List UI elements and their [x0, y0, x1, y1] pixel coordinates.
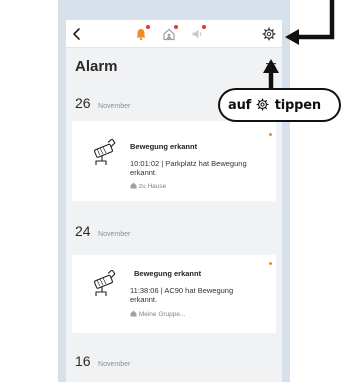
- card-location: zu Hause: [130, 182, 166, 190]
- date-header: 26 November: [75, 95, 130, 111]
- callout-text-before: auf: [228, 98, 252, 113]
- app-header: [66, 20, 282, 48]
- date-header: 24 November: [75, 223, 130, 239]
- card-location-text: Meine Gruppe...: [138, 311, 186, 318]
- date-day: 26: [75, 95, 91, 111]
- home-badge: [174, 25, 178, 29]
- back-icon[interactable]: [70, 27, 84, 41]
- card-body: 10:01:02 | Parkplatz hat Bewegung erkann…: [130, 159, 247, 177]
- card-body: 11:38:06 | AC90 hat Bewegung erkannt.: [130, 286, 234, 304]
- date-month: November: [98, 103, 131, 110]
- bell-badge: [146, 25, 150, 29]
- hamburger-icon[interactable]: [266, 63, 276, 72]
- home-shield-icon[interactable]: [162, 27, 176, 41]
- home-icon: [130, 182, 137, 189]
- card-title: Bewegung erkannt: [134, 269, 202, 278]
- date-header: 16 November: [75, 353, 130, 369]
- alarm-card[interactable]: Bewegung erkannt 11:38:06 | AC90 hat Bew…: [72, 255, 276, 333]
- callout-text: auf tippen: [228, 98, 321, 113]
- unread-dot: [269, 262, 272, 265]
- instruction-callout: auf tippen: [218, 88, 341, 122]
- callout-text-after: tippen: [274, 98, 321, 113]
- date-month: November: [98, 231, 131, 238]
- speaker-badge: [202, 25, 206, 29]
- camera-icon: [93, 270, 116, 296]
- page-title: Alarm: [75, 58, 118, 75]
- home-icon: [130, 310, 137, 317]
- gear-icon[interactable]: [262, 27, 276, 41]
- card-location: Meine Gruppe...: [130, 310, 185, 318]
- card-location-text: zu Hause: [138, 183, 167, 190]
- date-day: 24: [75, 223, 91, 239]
- app-screen: Alarm 26 November Bewegung erkannt 10:01…: [66, 20, 282, 382]
- date-month: November: [98, 361, 131, 368]
- gear-icon: [256, 98, 269, 111]
- phone-top-bezel: [58, 0, 290, 20]
- card-title: Bewegung erkannt: [130, 142, 198, 151]
- date-day: 16: [75, 353, 91, 369]
- phone-frame: Alarm 26 November Bewegung erkannt 10:01…: [58, 0, 290, 382]
- alarm-card[interactable]: Bewegung erkannt 10:01:02 | Parkplatz ha…: [72, 121, 276, 201]
- unread-dot: [269, 133, 272, 136]
- camera-icon: [93, 139, 116, 165]
- speaker-icon[interactable]: [190, 27, 204, 41]
- bell-icon[interactable]: [134, 27, 148, 41]
- title-row: Alarm: [66, 50, 282, 75]
